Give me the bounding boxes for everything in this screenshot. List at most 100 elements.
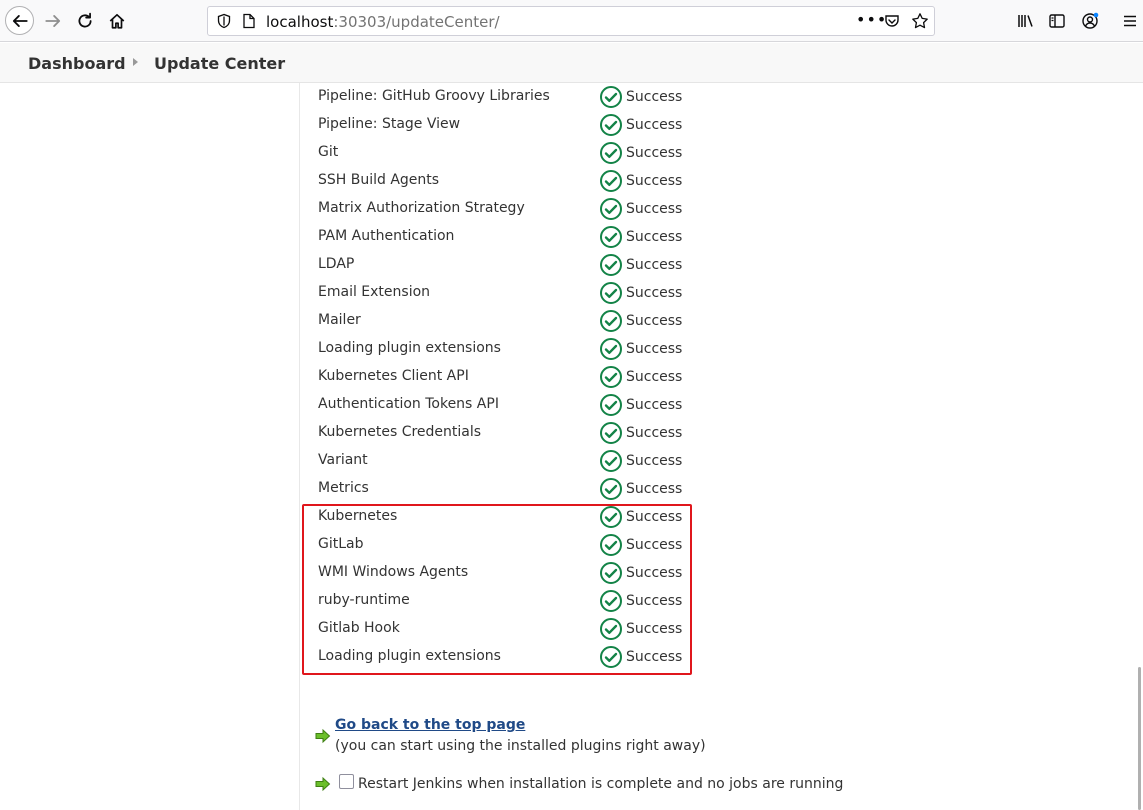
- go-back-top-link[interactable]: Go back to the top page: [335, 717, 525, 733]
- reload-icon: [78, 12, 92, 28]
- plugin-row: Mailer Success: [318, 308, 698, 336]
- success-check-icon: [600, 282, 622, 304]
- success-check-icon: [600, 478, 622, 500]
- plugin-status: Success: [599, 196, 682, 222]
- success-check-icon: [600, 142, 622, 164]
- success-check-icon: [600, 226, 622, 248]
- plugin-status-text: Success: [626, 481, 683, 497]
- plugin-status: Success: [599, 392, 682, 418]
- page-scrollbar[interactable]: [1138, 667, 1141, 810]
- plugin-status-text: Success: [626, 341, 683, 357]
- success-check-icon: [600, 450, 622, 472]
- plugin-name: Pipeline: Stage View: [318, 116, 461, 132]
- address-bar[interactable]: localhost:30303/updateCenter/ •••: [207, 6, 935, 36]
- plugin-row: Loading plugin extensions Success: [318, 336, 698, 364]
- plugin-status: Success: [599, 140, 682, 166]
- plugin-status-text: Success: [626, 397, 683, 413]
- bookmark-star-icon[interactable]: [911, 12, 929, 34]
- menu-icon[interactable]: [1120, 11, 1140, 31]
- plugin-status: Success: [599, 252, 682, 278]
- sidebar-icon[interactable]: [1047, 11, 1067, 31]
- success-check-icon: [600, 170, 622, 192]
- library-icon[interactable]: [1016, 11, 1036, 31]
- plugin-row: Pipeline: GitHub Groovy Libraries Success: [318, 84, 698, 112]
- success-check-icon: [600, 366, 622, 388]
- plugin-row: Authentication Tokens API Success: [318, 392, 698, 420]
- plugin-status-text: Success: [626, 369, 683, 385]
- plugin-status-text: Success: [626, 453, 683, 469]
- plugin-row: Matrix Authorization Strategy Success: [318, 196, 698, 224]
- plugin-status: Success: [599, 112, 682, 138]
- go-back-note: (you can start using the installed plugi…: [335, 738, 706, 754]
- plugin-status: Success: [599, 448, 682, 474]
- forward-arrow-icon: [45, 15, 61, 27]
- success-check-icon: [600, 198, 622, 220]
- plugin-status: Success: [599, 280, 682, 306]
- plugin-row: Kubernetes Credentials Success: [318, 420, 698, 448]
- restart-checkbox[interactable]: [339, 774, 354, 789]
- url-path: :30303/updateCenter/: [333, 13, 500, 31]
- plugin-row: Email Extension Success: [318, 280, 698, 308]
- plugin-status: Success: [599, 336, 682, 362]
- plugin-status: Success: [599, 168, 682, 194]
- plugin-row: Git Success: [318, 140, 698, 168]
- success-check-icon: [600, 338, 622, 360]
- plugin-name: Metrics: [318, 480, 369, 496]
- plugin-status-text: Success: [626, 313, 683, 329]
- pocket-icon[interactable]: [884, 13, 900, 33]
- plugin-name: Kubernetes Credentials: [318, 424, 482, 440]
- plugin-row: LDAP Success: [318, 252, 698, 280]
- plugin-status-text: Success: [626, 145, 683, 161]
- plugin-status-text: Success: [626, 173, 683, 189]
- plugin-row: Kubernetes Client API Success: [318, 364, 698, 392]
- success-check-icon: [600, 86, 622, 108]
- plugin-status-text: Success: [626, 201, 683, 217]
- plugin-row: Variant Success: [318, 448, 698, 476]
- reload-button[interactable]: [70, 6, 100, 36]
- plugin-name: Pipeline: GitHub Groovy Libraries: [318, 88, 550, 104]
- plugin-status: Success: [599, 224, 682, 250]
- plugin-status-text: Success: [626, 229, 683, 245]
- plugin-name: Matrix Authorization Strategy: [318, 200, 525, 216]
- plugin-name: Git: [318, 144, 339, 160]
- go-arrow-icon: [315, 728, 331, 744]
- plugin-row: Metrics Success: [318, 476, 698, 504]
- browser-toolbar: localhost:30303/updateCenter/ •••: [0, 0, 1143, 42]
- plugin-status-text: Success: [626, 89, 683, 105]
- breadcrumb-dashboard[interactable]: Dashboard: [28, 54, 126, 73]
- back-button[interactable]: [5, 6, 34, 35]
- plugin-status: Success: [599, 420, 682, 446]
- plugin-status-text: Success: [626, 425, 683, 441]
- plugin-name: Variant: [318, 452, 368, 468]
- plugin-status: Success: [599, 308, 682, 334]
- success-check-icon: [600, 310, 622, 332]
- restart-checkbox-label[interactable]: Restart Jenkins when installation is com…: [358, 776, 843, 792]
- success-check-icon: [600, 422, 622, 444]
- back-arrow-icon: [12, 14, 28, 27]
- plugin-status: Success: [599, 84, 682, 110]
- success-check-icon: [600, 394, 622, 416]
- plugin-status: Success: [599, 364, 682, 390]
- plugin-name: PAM Authentication: [318, 228, 455, 244]
- plugin-status: Success: [599, 476, 682, 502]
- breadcrumb-update-center[interactable]: Update Center: [154, 54, 285, 73]
- plugin-status-text: Success: [626, 257, 683, 273]
- page-actions-icon[interactable]: •••: [856, 10, 887, 29]
- home-button[interactable]: [102, 6, 132, 36]
- plugin-row: Pipeline: Stage View Success: [318, 112, 698, 140]
- account-icon[interactable]: [1080, 11, 1100, 31]
- plugin-row: PAM Authentication Success: [318, 224, 698, 252]
- plugin-name: Email Extension: [318, 284, 431, 300]
- plugin-status-text: Success: [626, 117, 683, 133]
- restart-arrow-icon: [315, 776, 331, 792]
- plugin-name: LDAP: [318, 256, 355, 272]
- forward-button[interactable]: [38, 6, 68, 36]
- home-icon: [109, 13, 125, 29]
- page-info-icon[interactable]: [242, 13, 256, 33]
- breadcrumb: Dashboard Update Center: [0, 43, 1143, 83]
- plugin-row: SSH Build Agents Success: [318, 168, 698, 196]
- plugin-name: Authentication Tokens API: [318, 396, 499, 412]
- tracking-shield-icon[interactable]: [216, 13, 232, 33]
- url-host: localhost: [266, 13, 334, 31]
- url-text[interactable]: localhost:30303/updateCenter/: [266, 13, 500, 31]
